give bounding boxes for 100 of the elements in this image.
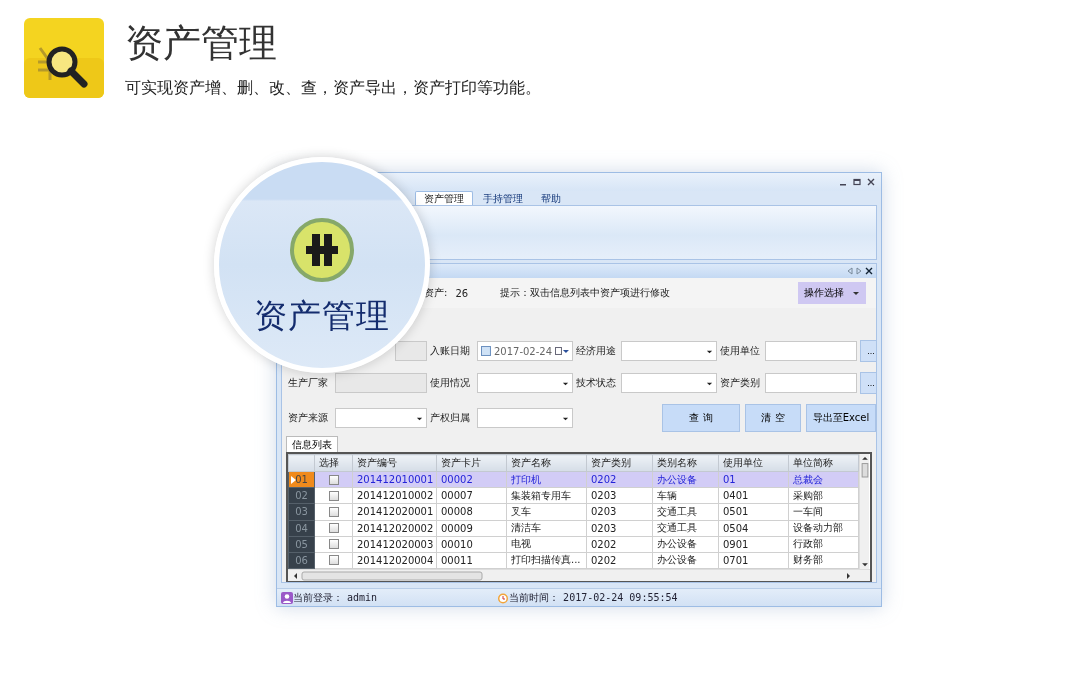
row-number: 04 xyxy=(295,522,308,534)
action-button[interactable]: 清 空 xyxy=(745,404,801,432)
calendar-icon xyxy=(481,346,491,356)
row-number: 06 xyxy=(295,554,308,566)
close-icon[interactable] xyxy=(867,178,875,186)
table-cell: 办公设备 xyxy=(652,536,719,553)
table-cell: 0202 xyxy=(586,536,653,553)
row-number: 01 xyxy=(295,474,308,486)
maximize-icon[interactable] xyxy=(853,178,861,186)
count-value: 26 xyxy=(455,287,469,299)
row-number: 05 xyxy=(295,538,308,550)
table-cell: 201412020001 xyxy=(352,503,437,521)
action-button[interactable]: 导出至Excel xyxy=(806,404,876,432)
field-label: 产权归属 xyxy=(430,411,471,425)
table-cell: 办公设备 xyxy=(652,552,719,569)
current-time: 2017-02-24 09:55:54 xyxy=(563,592,678,603)
input-field[interactable] xyxy=(765,341,857,361)
table-cell: 打印扫描传真... xyxy=(506,552,587,569)
checkbox[interactable] xyxy=(328,474,339,485)
select-field[interactable] xyxy=(335,408,427,428)
table-cell: 00007 xyxy=(436,487,507,504)
action-button[interactable]: 查 询 xyxy=(662,404,740,432)
table-cell: 0701 xyxy=(718,552,789,569)
vertical-scrollbar[interactable] xyxy=(859,454,869,569)
close-icon[interactable] xyxy=(865,267,873,275)
page-title: 资产管理 xyxy=(125,20,278,66)
row-number: 02 xyxy=(295,490,308,502)
table-cell: 清洁车 xyxy=(506,520,587,537)
lens-title: 资产管理 xyxy=(254,295,390,337)
hint-text: 提示：双击信息列表中资产项进行修改 xyxy=(500,286,671,300)
plus-badge-icon xyxy=(290,218,354,282)
input-field[interactable] xyxy=(765,373,857,393)
user-icon xyxy=(281,591,293,604)
table-cell: 0203 xyxy=(586,520,653,537)
column-header[interactable]: 资产名称 xyxy=(506,454,587,472)
table-cell: 0504 xyxy=(718,520,789,537)
table-cell: 采购部 xyxy=(788,487,859,504)
menu-tab[interactable]: 手持管理 xyxy=(475,191,531,205)
field-label: 生产厂家 xyxy=(288,376,329,390)
select-field[interactable] xyxy=(621,341,717,361)
field-label: 经济用途 xyxy=(576,344,617,358)
magnifier-icon xyxy=(24,18,104,98)
row-number: 03 xyxy=(295,506,308,518)
table-cell: 财务部 xyxy=(788,552,859,569)
scroll-left-icon[interactable] xyxy=(847,267,853,275)
field-label: 入账日期 xyxy=(430,344,471,358)
column-header[interactable]: 资产编号 xyxy=(352,454,437,472)
table-cell: 集装箱专用车 xyxy=(506,487,587,504)
table-cell: 0203 xyxy=(586,487,653,504)
calendar-dropdown-icon xyxy=(555,347,569,355)
field-label: 资产类别 xyxy=(720,376,761,390)
column-header[interactable]: 选择 xyxy=(314,454,353,472)
corner-header xyxy=(288,454,315,472)
checkbox[interactable] xyxy=(328,539,339,550)
checkbox[interactable] xyxy=(328,490,339,501)
action-dropdown[interactable]: 操作选择 xyxy=(798,282,866,304)
table-cell: 行政部 xyxy=(788,536,859,553)
table-cell: 201412020002 xyxy=(352,520,437,537)
table-cell: 00009 xyxy=(436,520,507,537)
table-cell: 交通工具 xyxy=(652,503,719,521)
dropdown-icon xyxy=(852,289,860,297)
table-cell: 设备动力部 xyxy=(788,520,859,537)
table-cell: 0901 xyxy=(718,536,789,553)
table-cell: 0501 xyxy=(718,503,789,521)
menu-tab[interactable]: 资产管理 xyxy=(415,191,473,205)
horizontal-scrollbar[interactable] xyxy=(288,569,870,581)
column-header[interactable]: 类别名称 xyxy=(652,454,719,472)
browse-button[interactable]: ... xyxy=(860,372,876,394)
table-cell: 00011 xyxy=(436,552,507,569)
table-cell: 交通工具 xyxy=(652,520,719,537)
select-field[interactable] xyxy=(477,408,573,428)
table-cell: 电视 xyxy=(506,536,587,553)
status-label: 当前登录： xyxy=(293,590,343,605)
table-cell: 0203 xyxy=(586,503,653,521)
select-field[interactable] xyxy=(477,373,573,393)
column-header[interactable]: 使用单位 xyxy=(718,454,789,472)
date-field[interactable]: 2017-02-24 xyxy=(477,341,573,361)
list-tab[interactable]: 信息列表 xyxy=(286,436,338,452)
input-field[interactable] xyxy=(395,341,427,361)
column-header[interactable]: 单位简称 xyxy=(788,454,859,472)
status-label: 当前时间： xyxy=(509,590,560,605)
select-field[interactable] xyxy=(621,373,717,393)
table-cell: 0202 xyxy=(586,552,653,569)
column-header[interactable]: 资产类别 xyxy=(586,454,653,472)
table-cell: 车辆 xyxy=(652,487,719,504)
user-name: admin xyxy=(347,592,378,603)
checkbox[interactable] xyxy=(328,523,339,534)
alarm-clock-icon xyxy=(497,591,510,604)
input-field[interactable] xyxy=(335,373,427,393)
browse-button[interactable]: ... xyxy=(860,340,876,362)
checkbox[interactable] xyxy=(328,507,339,517)
table-cell: 201412020003 xyxy=(352,536,437,553)
checkbox[interactable] xyxy=(328,555,339,566)
table-cell: 00010 xyxy=(436,536,507,553)
column-header[interactable]: 资产卡片 xyxy=(436,454,507,472)
menu-tab[interactable]: 帮助 xyxy=(533,191,569,205)
scroll-right-icon[interactable] xyxy=(856,267,862,275)
table-cell: 201412010002 xyxy=(352,487,437,504)
field-label: 使用情况 xyxy=(430,376,471,390)
table-cell: 一车间 xyxy=(788,503,859,521)
